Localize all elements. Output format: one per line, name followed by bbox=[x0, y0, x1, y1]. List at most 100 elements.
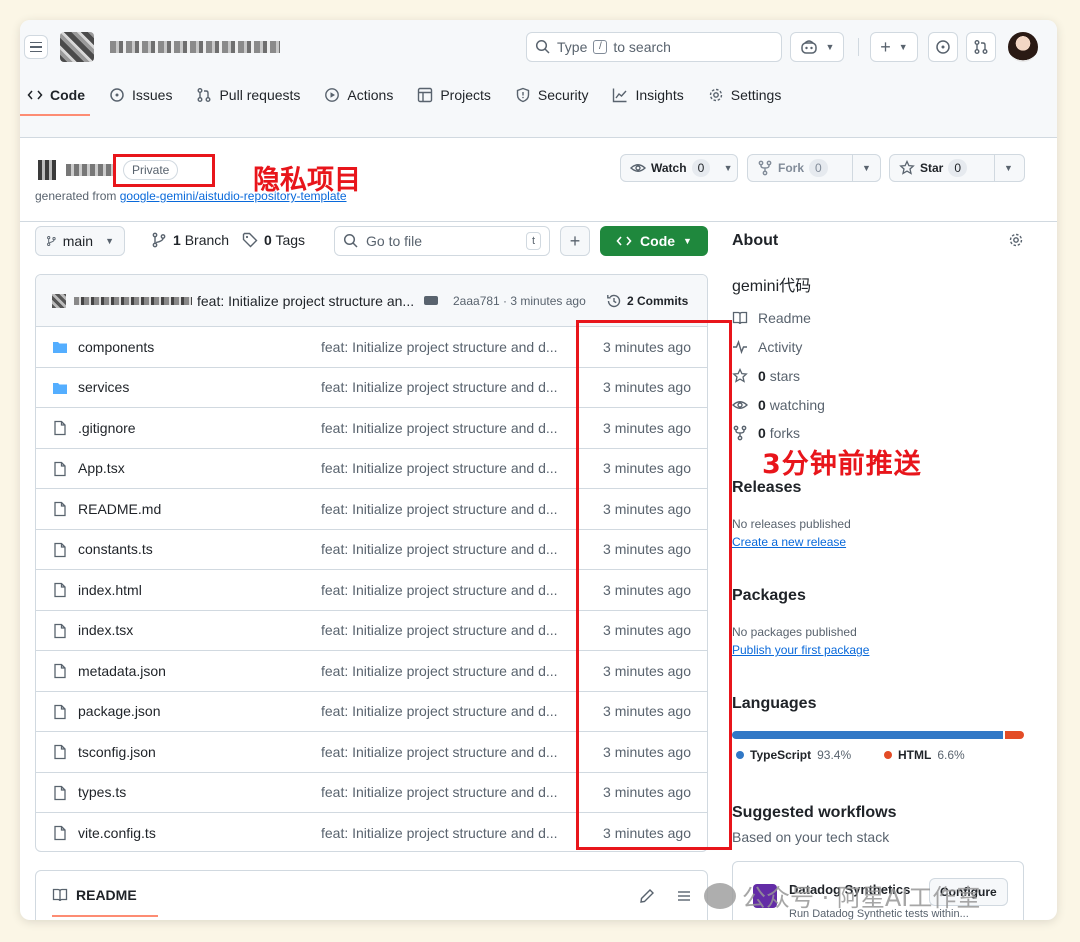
search-input[interactable]: Type / to search bbox=[526, 32, 782, 62]
file-commit-message[interactable]: feat: Initialize project structure and d… bbox=[321, 501, 558, 517]
file-name[interactable]: tsconfig.json bbox=[78, 744, 156, 760]
repo-name-blurred[interactable] bbox=[66, 164, 116, 176]
tab-projects[interactable]: Projects bbox=[417, 87, 491, 103]
file-name[interactable]: .gitignore bbox=[78, 420, 136, 436]
file-name[interactable]: package.json bbox=[78, 703, 161, 719]
packages-heading[interactable]: Packages bbox=[732, 587, 806, 605]
star-label: Star bbox=[920, 161, 944, 175]
watching-link[interactable]: 0 watching bbox=[732, 397, 825, 413]
list-icon[interactable] bbox=[676, 888, 692, 904]
stars-link[interactable]: 0 stars bbox=[732, 368, 800, 384]
file-commit-message[interactable]: feat: Initialize project structure and d… bbox=[321, 420, 558, 436]
fork-icon bbox=[758, 160, 772, 176]
file-name[interactable]: services bbox=[78, 379, 129, 395]
watermark: 公众号 · 阿星AI工作室 bbox=[704, 878, 980, 913]
commit-author-avatar-blurred[interactable] bbox=[52, 294, 66, 308]
copilot-button[interactable]: ▼ bbox=[790, 32, 844, 62]
fork-count: 0 bbox=[809, 159, 828, 177]
star-main[interactable]: Star 0 bbox=[890, 155, 994, 181]
latest-commit-message[interactable]: feat: Initialize project structure an... bbox=[197, 293, 414, 309]
watching-label: watching bbox=[769, 397, 825, 413]
file-commit-message[interactable]: feat: Initialize project structure and d… bbox=[321, 825, 558, 841]
forks-link[interactable]: 0 forks bbox=[732, 425, 800, 441]
releases-heading[interactable]: Releases bbox=[732, 479, 801, 497]
readme-link[interactable]: Readme bbox=[732, 310, 811, 326]
file-commit-message[interactable]: feat: Initialize project structure and d… bbox=[321, 703, 558, 719]
add-file-button[interactable]: + bbox=[560, 226, 590, 256]
publish-package-link[interactable]: Publish your first package bbox=[732, 643, 869, 657]
file-commit-message[interactable]: feat: Initialize project structure and d… bbox=[321, 339, 558, 355]
menu-icon[interactable] bbox=[24, 35, 48, 59]
star-icon bbox=[899, 160, 915, 175]
file-commit-message[interactable]: feat: Initialize project structure and d… bbox=[321, 744, 558, 760]
tab-insights[interactable]: Insights bbox=[612, 87, 684, 103]
branches-link[interactable]: 1 Branch bbox=[151, 232, 229, 248]
file-commit-message[interactable]: feat: Initialize project structure and d… bbox=[321, 784, 558, 800]
file-name[interactable]: index.tsx bbox=[78, 622, 133, 638]
pull-requests-shortcut-button[interactable] bbox=[966, 32, 996, 62]
file-name[interactable]: metadata.json bbox=[78, 663, 166, 679]
file-name[interactable]: types.ts bbox=[78, 784, 126, 800]
language-typescript[interactable]: TypeScript 93.4% bbox=[736, 748, 851, 762]
go-to-file-input[interactable]: Go to file t bbox=[334, 226, 550, 256]
star-count: 0 bbox=[948, 159, 968, 177]
pencil-icon[interactable] bbox=[639, 888, 655, 904]
file-name[interactable]: constants.ts bbox=[78, 541, 153, 557]
file-name[interactable]: components bbox=[78, 339, 154, 355]
tags-link[interactable]: 0 Tags bbox=[242, 232, 305, 248]
fork-main[interactable]: Fork 0 bbox=[748, 155, 852, 181]
language-html[interactable]: HTML 6.6% bbox=[884, 748, 965, 762]
file-name[interactable]: App.tsx bbox=[78, 460, 125, 476]
file-name[interactable]: README.md bbox=[78, 501, 161, 517]
github-logo-blurred[interactable] bbox=[60, 32, 94, 62]
create-new-button[interactable]: + ▼ bbox=[870, 32, 918, 62]
create-release-link[interactable]: Create a new release bbox=[732, 535, 846, 549]
language-percent: 6.6% bbox=[937, 748, 965, 762]
latest-commit-meta[interactable]: 2aaa781 · 3 minutes ago bbox=[453, 294, 586, 308]
tab-pull-requests[interactable]: Pull requests bbox=[196, 87, 300, 103]
file-commit-message[interactable]: feat: Initialize project structure and d… bbox=[321, 460, 558, 476]
file-name[interactable]: index.html bbox=[78, 582, 142, 598]
issue-icon bbox=[110, 88, 124, 102]
gear-icon[interactable] bbox=[1008, 232, 1024, 248]
issues-shortcut-button[interactable] bbox=[928, 32, 958, 62]
code-dropdown-button[interactable]: Code ▼ bbox=[600, 226, 708, 256]
commit-details-icon[interactable] bbox=[424, 296, 438, 305]
tab-security[interactable]: Security bbox=[515, 87, 588, 103]
fork-dropdown[interactable]: ▼ bbox=[852, 155, 880, 181]
watch-main[interactable]: Watch 0 bbox=[621, 155, 719, 181]
branch-selector[interactable]: main ▼ bbox=[35, 226, 125, 256]
file-commit-message[interactable]: feat: Initialize project structure and d… bbox=[321, 582, 558, 598]
watch-dropdown[interactable]: ▼ bbox=[719, 155, 737, 181]
tab-actions-label: Actions bbox=[347, 87, 394, 103]
readme-tab[interactable]: README bbox=[52, 887, 137, 903]
tab-issues[interactable]: Issues bbox=[109, 87, 172, 103]
suggested-workflows-subheading: Based on your tech stack bbox=[732, 829, 890, 845]
file-icon bbox=[54, 704, 66, 719]
activity-link[interactable]: Activity bbox=[732, 339, 802, 355]
watch-button[interactable]: Watch 0 ▼ bbox=[620, 154, 738, 182]
template-repo-link[interactable]: google-gemini/aistudio-repository-templa… bbox=[120, 189, 347, 203]
file-icon bbox=[54, 420, 66, 436]
packages-empty-text: No packages published bbox=[732, 625, 857, 639]
star-button[interactable]: Star 0 ▼ bbox=[889, 154, 1025, 182]
tab-code[interactable]: Code bbox=[27, 87, 85, 103]
header-divider bbox=[858, 38, 859, 56]
fork-button[interactable]: Fork 0 ▼ bbox=[747, 154, 881, 182]
commit-author-name-blurred[interactable] bbox=[74, 297, 192, 305]
tags-count: 0 bbox=[264, 232, 272, 248]
user-avatar[interactable] bbox=[1008, 32, 1038, 62]
watch-count: 0 bbox=[691, 159, 711, 177]
branch-name: main bbox=[62, 233, 94, 249]
file-commit-message[interactable]: feat: Initialize project structure and d… bbox=[321, 622, 558, 638]
commits-history-link[interactable]: 2 Commits bbox=[606, 293, 688, 309]
branches-label: Branch bbox=[184, 232, 230, 248]
file-commit-message[interactable]: feat: Initialize project structure and d… bbox=[321, 541, 558, 557]
file-commit-message[interactable]: feat: Initialize project structure and d… bbox=[321, 379, 558, 395]
tab-settings[interactable]: Settings bbox=[708, 87, 781, 103]
branch-icon bbox=[152, 232, 166, 248]
file-commit-message[interactable]: feat: Initialize project structure and d… bbox=[321, 663, 558, 679]
star-dropdown[interactable]: ▼ bbox=[994, 155, 1022, 181]
file-name[interactable]: vite.config.ts bbox=[78, 825, 156, 841]
tab-actions[interactable]: Actions bbox=[324, 87, 393, 103]
